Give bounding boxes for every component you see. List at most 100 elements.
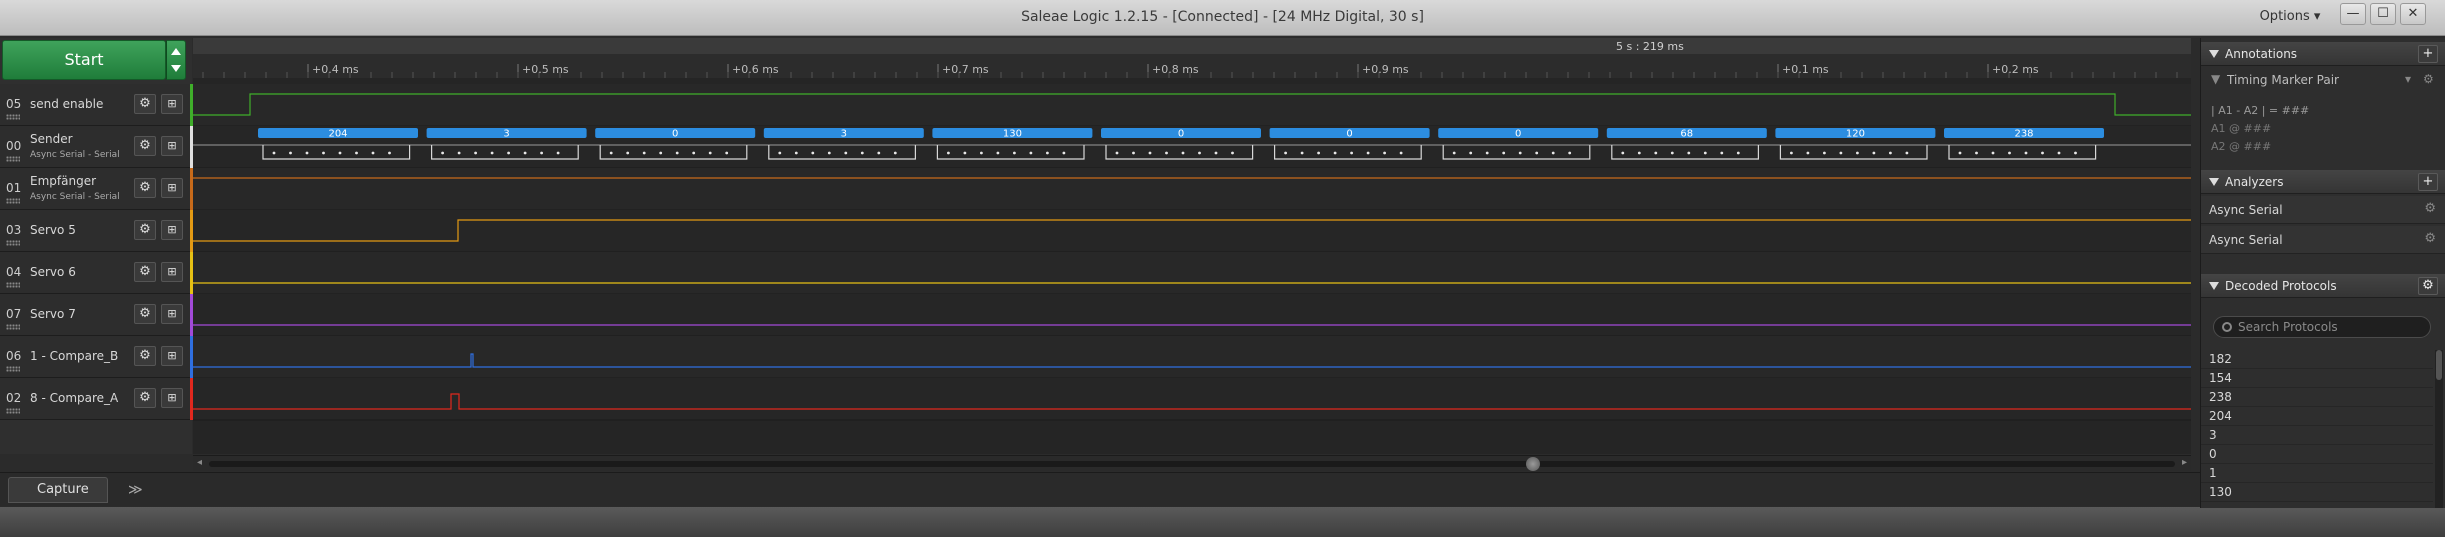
start-button[interactable]: Start bbox=[2, 40, 166, 80]
waveform-area[interactable]: 5 s : 219 ms +0.4 ms +0.5 ms +0.6 ms +0.7 m… bbox=[193, 38, 2191, 454]
list-item[interactable]: 204 bbox=[2201, 407, 2433, 426]
decoded-byte-label: 0 bbox=[1178, 129, 1184, 140]
list-item[interactable]: 130 bbox=[2201, 483, 2433, 502]
gear-icon[interactable]: ⚙ bbox=[2418, 277, 2438, 295]
gear-icon[interactable]: ⚙ bbox=[134, 136, 156, 156]
tab-capture[interactable]: Capture bbox=[8, 477, 108, 503]
sample-dot bbox=[1214, 151, 1218, 155]
collapse-triangle-icon[interactable] bbox=[2209, 178, 2219, 186]
channel-panel: Start 05 send enable ⚙ ⊞ 00 Sender Async… bbox=[0, 38, 194, 454]
channel-name[interactable]: Empfänger bbox=[30, 174, 96, 188]
drag-handle-icon[interactable] bbox=[6, 198, 20, 204]
trigger-icon[interactable]: ⊞ bbox=[161, 346, 183, 366]
gear-icon[interactable]: ⚙ bbox=[134, 346, 156, 366]
search-protocols-box[interactable] bbox=[2213, 316, 2431, 338]
dropdown-icon[interactable]: ▾ bbox=[2405, 72, 2411, 86]
channel-name[interactable]: 8 - Compare_A bbox=[30, 391, 118, 405]
channel-number: 02 bbox=[6, 391, 22, 405]
analyzer-item[interactable]: Async Serial ⚙ bbox=[2201, 226, 2445, 254]
drag-handle-icon[interactable] bbox=[6, 366, 20, 372]
sample-dot bbox=[1518, 151, 1522, 155]
chevron-up-icon bbox=[171, 48, 181, 55]
drag-handle-icon[interactable] bbox=[6, 324, 20, 330]
search-protocols-input[interactable] bbox=[2238, 319, 2423, 335]
sample-dot bbox=[1806, 151, 1810, 155]
channel-name[interactable]: Servo 6 bbox=[30, 265, 76, 279]
channel-name[interactable]: Servo 5 bbox=[30, 223, 76, 237]
gear-icon[interactable]: ⚙ bbox=[2423, 72, 2434, 86]
scroll-right-icon[interactable]: ▸ bbox=[2182, 457, 2187, 468]
trigger-icon[interactable]: ⊞ bbox=[161, 178, 183, 198]
protocol-list-scrollbar[interactable] bbox=[2435, 350, 2443, 508]
gear-icon[interactable]: ⚙ bbox=[134, 388, 156, 408]
horizontal-scrollbar[interactable]: ◂ ▸ bbox=[193, 455, 2191, 471]
gear-icon[interactable]: ⚙ bbox=[134, 178, 156, 198]
channel-row-servo-6[interactable]: 04 Servo 6 ⚙ ⊞ bbox=[0, 252, 194, 294]
options-menu-button[interactable]: Options ▾ bbox=[2250, 6, 2330, 28]
scroll-track[interactable] bbox=[209, 461, 2175, 467]
analyzer-item[interactable]: Async Serial ⚙ bbox=[2201, 196, 2445, 224]
list-item[interactable]: 238 bbox=[2201, 388, 2433, 407]
annotations-header[interactable]: Annotations + bbox=[2201, 42, 2445, 66]
channel-row-empfanger[interactable]: 01 Empfänger Async Serial - Serial ⚙ ⊞ bbox=[0, 168, 194, 210]
sample-dot bbox=[1469, 151, 1473, 155]
timing-marker-pair[interactable]: ▼ Timing Marker Pair ▾ ⚙ bbox=[2209, 72, 2439, 92]
channel-row-compare-b[interactable]: 06 1 - Compare_B ⚙ ⊞ bbox=[0, 336, 194, 378]
minimize-button[interactable]: — bbox=[2340, 3, 2366, 25]
channel-name[interactable]: Servo 7 bbox=[30, 307, 76, 321]
maximize-button[interactable]: ☐ bbox=[2370, 3, 2396, 25]
list-item[interactable]: 182 bbox=[2201, 350, 2433, 369]
sample-dot bbox=[1889, 151, 1892, 155]
sample-dot bbox=[1839, 151, 1843, 155]
sample-dot bbox=[474, 151, 477, 155]
search-icon bbox=[2222, 322, 2232, 332]
channel-name[interactable]: Sender bbox=[30, 132, 73, 146]
collapse-triangle-icon[interactable] bbox=[2209, 50, 2219, 58]
sample-dot bbox=[1333, 151, 1337, 155]
channel-row-send-enable[interactable]: 05 send enable ⚙ ⊞ bbox=[0, 84, 194, 126]
gear-icon[interactable]: ⚙ bbox=[2424, 201, 2436, 216]
channel-row-sender[interactable]: 00 Sender Async Serial - Serial ⚙ ⊞ bbox=[0, 126, 194, 168]
sample-dot bbox=[1485, 151, 1489, 155]
channel-row-compare-a[interactable]: 02 8 - Compare_A ⚙ ⊞ bbox=[0, 378, 194, 420]
trigger-icon[interactable]: ⊞ bbox=[161, 304, 183, 324]
drag-handle-icon[interactable] bbox=[6, 282, 20, 288]
drag-handle-icon[interactable] bbox=[6, 240, 20, 246]
tick-label: +0.8 ms bbox=[1152, 63, 1199, 76]
scroll-left-icon[interactable]: ◂ bbox=[197, 457, 202, 468]
gear-icon[interactable]: ⚙ bbox=[134, 304, 156, 324]
gear-icon[interactable]: ⚙ bbox=[2424, 231, 2436, 246]
drag-handle-icon[interactable] bbox=[6, 114, 20, 120]
start-options-stepper[interactable] bbox=[166, 40, 186, 80]
decoded-protocols-header[interactable]: Decoded Protocols ⚙ bbox=[2201, 274, 2445, 298]
gear-icon[interactable]: ⚙ bbox=[134, 220, 156, 240]
gear-icon[interactable]: ⚙ bbox=[134, 262, 156, 282]
scroll-thumb[interactable] bbox=[1526, 457, 1540, 471]
more-tabs-icon[interactable]: ≫ bbox=[128, 482, 143, 498]
list-item[interactable]: 1 bbox=[2201, 464, 2433, 483]
add-analyzer-button[interactable]: + bbox=[2418, 173, 2438, 191]
drag-handle-icon[interactable] bbox=[6, 408, 20, 414]
trigger-icon[interactable]: ⊞ bbox=[161, 136, 183, 156]
collapse-triangle-icon[interactable] bbox=[2209, 282, 2219, 290]
scroll-thumb[interactable] bbox=[2436, 350, 2442, 380]
trigger-icon[interactable]: ⊞ bbox=[161, 262, 183, 282]
trigger-icon[interactable]: ⊞ bbox=[161, 220, 183, 240]
channel-row-servo-7[interactable]: 07 Servo 7 ⚙ ⊞ bbox=[0, 294, 194, 336]
list-item[interactable]: 3 bbox=[2201, 426, 2433, 445]
list-item[interactable]: 0 bbox=[2201, 445, 2433, 464]
trigger-icon[interactable]: ⊞ bbox=[161, 94, 183, 114]
channel-name[interactable]: 1 - Compare_B bbox=[30, 349, 118, 363]
channel-number: 01 bbox=[6, 181, 22, 195]
channel-name[interactable]: send enable bbox=[30, 97, 103, 111]
channel-row-servo-5[interactable]: 03 Servo 5 ⚙ ⊞ bbox=[0, 210, 194, 252]
drag-handle-icon[interactable] bbox=[6, 156, 20, 162]
tick-label: +0.4 ms bbox=[312, 63, 359, 76]
gear-icon[interactable]: ⚙ bbox=[134, 94, 156, 114]
close-button[interactable]: ✕ bbox=[2400, 3, 2426, 25]
list-item[interactable]: 154 bbox=[2201, 369, 2433, 388]
add-annotation-button[interactable]: + bbox=[2418, 45, 2438, 63]
analyzers-header[interactable]: Analyzers + bbox=[2201, 170, 2445, 194]
trigger-icon[interactable]: ⊞ bbox=[161, 388, 183, 408]
window-title: Saleae Logic 1.2.15 - [Connected] - [24 … bbox=[1021, 9, 1424, 25]
